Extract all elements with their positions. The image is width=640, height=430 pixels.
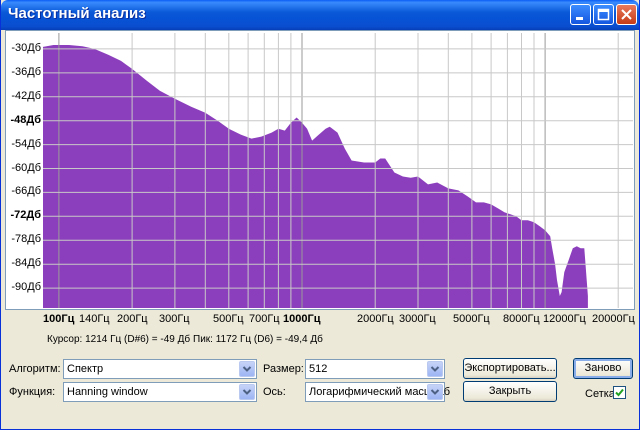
y-tick-label: -54Дб — [11, 138, 41, 150]
chevron-down-icon[interactable] — [427, 361, 443, 377]
grid-checkbox[interactable] — [613, 386, 626, 399]
function-select[interactable]: Hanning window — [63, 382, 257, 402]
algorithm-label: Алгоритм: — [9, 363, 61, 375]
y-tick-label: -60Дб — [11, 162, 41, 174]
y-tick-label: -42Дб — [11, 90, 41, 102]
size-value: 512 — [309, 363, 328, 375]
y-tick-label: -72Дб — [10, 209, 41, 221]
y-tick-label: -30Дб — [11, 42, 41, 54]
export-button[interactable]: Экспортировать... — [463, 358, 557, 379]
x-tick-label: 5000Гц — [453, 313, 490, 325]
function-value: Hanning window — [67, 386, 148, 398]
x-tick-label: 12000Гц — [543, 313, 586, 325]
close-dialog-button[interactable]: Закрыть — [463, 381, 557, 402]
size-label: Размер: — [263, 363, 304, 375]
frequency-analysis-window: Частотный анализ -30Дб -36Дб -42Дб -48Дб -54… — [0, 0, 640, 430]
maximize-icon — [597, 8, 610, 21]
cursor-readout: Курсор: 1214 Гц (D#6) = -49 Дб — [47, 334, 191, 345]
spectrum-area — [43, 45, 588, 308]
title-bar[interactable]: Частотный анализ — [1, 0, 639, 30]
x-tick-label: 100Гц — [43, 313, 75, 325]
function-label: Функция: — [9, 386, 56, 398]
x-tick-label: 8000Гц — [503, 313, 540, 325]
replot-button[interactable]: Заново — [573, 358, 633, 379]
chevron-down-icon[interactable] — [427, 384, 443, 400]
chevron-down-icon[interactable] — [239, 361, 255, 377]
y-tick-label: -84Дб — [11, 257, 41, 269]
x-tick-label: 500Гц — [213, 313, 244, 325]
x-tick-label: 20000Гц — [592, 313, 635, 325]
maximize-button[interactable] — [593, 4, 614, 25]
minimize-button[interactable] — [570, 4, 591, 25]
axis-label: Ось: — [263, 386, 286, 398]
peak-readout: Пик: 1172 Гц (D6) = -49,4 Дб — [193, 334, 323, 345]
minimize-icon — [576, 17, 583, 20]
x-tick-label: 300Гц — [159, 313, 190, 325]
x-tick-label: 140Гц — [79, 313, 110, 325]
x-tick-label: 700Гц — [249, 313, 280, 325]
y-tick-label: -36Дб — [11, 66, 41, 78]
x-tick-label: 2000Гц — [357, 313, 394, 325]
y-tick-label: -78Дб — [11, 233, 41, 245]
size-select[interactable]: 512 — [305, 359, 445, 379]
y-tick-label: -66Дб — [11, 185, 41, 197]
algorithm-value: Спектр — [67, 363, 104, 375]
spectrum-chart[interactable] — [43, 33, 633, 308]
chevron-down-icon[interactable] — [239, 384, 255, 400]
algorithm-select[interactable]: Спектр — [63, 359, 257, 379]
x-tick-label: 3000Гц — [399, 313, 436, 325]
window-title: Частотный анализ — [8, 5, 146, 22]
grid-label: Сетка — [585, 388, 615, 400]
axis-select[interactable]: Логарифмический масштаб — [305, 382, 450, 402]
checkmark-icon — [615, 388, 624, 397]
x-tick-label: 1000Гц — [283, 313, 321, 325]
x-tick-label: 200Гц — [117, 313, 148, 325]
y-tick-label: -90Дб — [11, 281, 41, 293]
close-window-button[interactable] — [616, 4, 637, 25]
close-icon — [621, 9, 632, 20]
y-tick-label: -48Дб — [10, 114, 41, 126]
